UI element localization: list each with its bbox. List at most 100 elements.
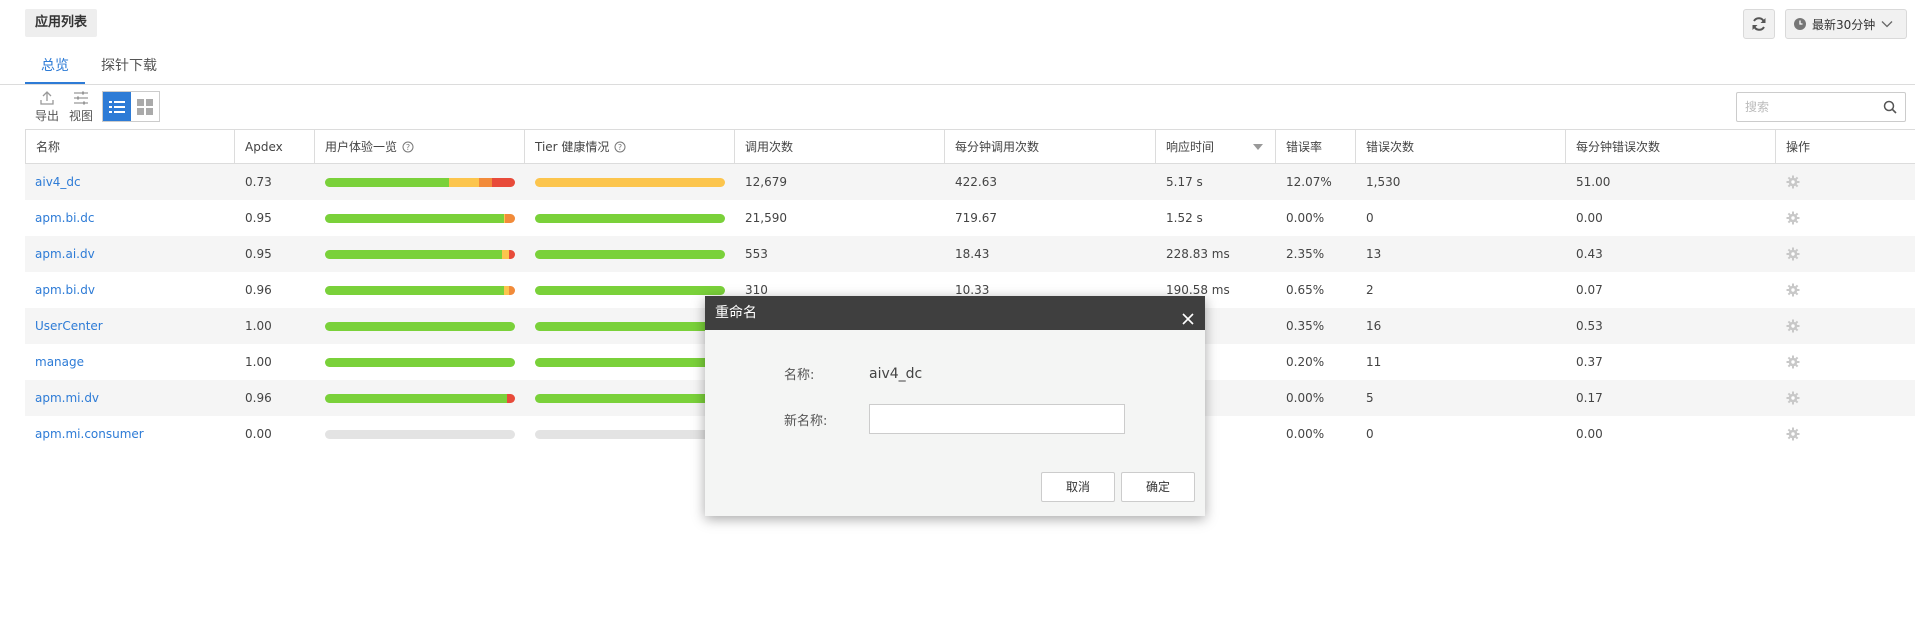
- gear-icon[interactable]: [1786, 355, 1800, 369]
- col-error-count[interactable]: 错误次数: [1356, 130, 1566, 164]
- ux-bar[interactable]: [325, 429, 515, 439]
- ux-segment: [505, 213, 515, 223]
- app-name-link[interactable]: apm.ai.dv: [25, 236, 235, 272]
- tier-health-bar[interactable]: [535, 285, 725, 295]
- col-name[interactable]: 名称: [25, 130, 235, 164]
- ux-bar[interactable]: [325, 213, 515, 223]
- app-name-link[interactable]: apm.bi.dc: [25, 200, 235, 236]
- errors-per-min-value: 0.00: [1576, 211, 1603, 225]
- tier-health-bar[interactable]: [535, 321, 725, 331]
- gear-icon[interactable]: [1786, 211, 1800, 225]
- new-name-input[interactable]: [870, 405, 1124, 433]
- error-count-value: 16: [1366, 319, 1382, 333]
- time-range-dropdown[interactable]: 最新30分钟: [1785, 9, 1907, 39]
- ux-bar[interactable]: [325, 321, 515, 331]
- view-button[interactable]: 视图: [66, 88, 96, 124]
- table-row: aiv4_dc 0.73 12,679 422.63 5.17 s 12.07% 1,530…: [25, 164, 1915, 200]
- calls-per-min-value: 422.63: [955, 175, 997, 189]
- ux-bar[interactable]: [325, 249, 515, 259]
- dialog-header: 重命名: [705, 296, 1205, 330]
- gear-icon[interactable]: [1786, 391, 1800, 405]
- search-icon[interactable]: [1883, 100, 1897, 117]
- col-calls-per-min[interactable]: 每分钟调用次数: [945, 130, 1156, 164]
- tier-health-bar[interactable]: [535, 429, 725, 439]
- tier-cell: [525, 236, 735, 272]
- errors-per-min-value: 0.37: [1576, 355, 1603, 369]
- response-time-value: 1.52 s: [1166, 211, 1203, 225]
- time-range-label: 最新30分钟: [1812, 17, 1876, 32]
- app-name-link[interactable]: aiv4_dc: [25, 164, 235, 200]
- col-tier-label: Tier 健康情况: [535, 140, 610, 154]
- col-calls[interactable]: 调用次数: [735, 130, 945, 164]
- col-errors-per-min[interactable]: 每分钟错误次数: [1566, 130, 1776, 164]
- app-list-page: 应用列表 最新30分钟 总览 探针下载 导出 视图 搜索 名称 Apdex 用户…: [0, 0, 1915, 627]
- col-calls-label: 调用次数: [745, 140, 794, 154]
- ux-cell: [315, 236, 525, 272]
- ux-cell: [315, 164, 525, 200]
- sort-down-icon[interactable]: [1253, 144, 1263, 150]
- response-time-value: 5.17 s: [1166, 175, 1203, 189]
- chevron-down-icon: [1881, 21, 1893, 28]
- tier-segment: [535, 393, 725, 403]
- tier-health-bar[interactable]: [535, 393, 725, 403]
- ux-bar[interactable]: [325, 285, 515, 295]
- col-err-label: 错误率: [1286, 140, 1323, 154]
- refresh-button[interactable]: [1743, 9, 1775, 39]
- confirm-button[interactable]: 确定: [1121, 472, 1195, 502]
- help-icon[interactable]: ?: [614, 141, 626, 153]
- apdex-value: 0.95: [245, 247, 272, 261]
- tier-health-bar[interactable]: [535, 177, 725, 187]
- col-error-rate[interactable]: 错误率: [1276, 130, 1356, 164]
- ux-segment: [325, 213, 504, 223]
- gear-icon[interactable]: [1786, 247, 1800, 261]
- col-apdex[interactable]: Apdex: [235, 130, 315, 164]
- tier-health-bar[interactable]: [535, 249, 725, 259]
- tabs-divider: [0, 84, 1915, 85]
- error-count-value: 0: [1366, 211, 1374, 225]
- app-name-link[interactable]: apm.mi.dv: [25, 380, 235, 416]
- tier-health-bar[interactable]: [535, 357, 725, 367]
- col-user-experience[interactable]: 用户体验一览 ?: [315, 130, 525, 164]
- tier-cell: [525, 308, 735, 344]
- ux-segment: [509, 249, 515, 259]
- gear-icon[interactable]: [1786, 175, 1800, 189]
- grid-view-button[interactable]: [131, 92, 159, 121]
- app-name-link[interactable]: apm.mi.consumer: [25, 416, 235, 452]
- apdex-value: 0.00: [245, 427, 272, 441]
- ux-bar[interactable]: [325, 177, 515, 187]
- app-name-link[interactable]: apm.bi.dv: [25, 272, 235, 308]
- calls-per-min-value: 18.43: [955, 247, 990, 261]
- help-icon[interactable]: ?: [402, 141, 414, 153]
- col-actions: 操作: [1776, 130, 1905, 164]
- tab-overview[interactable]: 总览: [25, 52, 85, 84]
- ux-segment: [478, 177, 493, 187]
- app-name-link[interactable]: manage: [25, 344, 235, 380]
- gear-icon[interactable]: [1786, 283, 1800, 297]
- col-apdex-label: Apdex: [245, 140, 283, 154]
- export-button[interactable]: 导出: [32, 88, 62, 124]
- col-tier-health[interactable]: Tier 健康情况 ?: [525, 130, 735, 164]
- errors-per-min-value: 0.43: [1576, 247, 1603, 261]
- ux-bar[interactable]: [325, 357, 515, 367]
- cancel-button[interactable]: 取消: [1041, 472, 1115, 502]
- calls-value: 553: [745, 247, 768, 261]
- gear-icon[interactable]: [1786, 319, 1800, 333]
- errors-per-min-value: 0.17: [1576, 391, 1603, 405]
- tab-probe-download[interactable]: 探针下载: [85, 52, 173, 84]
- calls-per-min-value: 719.67: [955, 211, 997, 225]
- close-icon[interactable]: [1181, 305, 1195, 339]
- tier-segment: [535, 177, 725, 187]
- col-errc-label: 错误次数: [1366, 140, 1415, 154]
- app-name-link[interactable]: UserCenter: [25, 308, 235, 344]
- ux-segment: [325, 177, 449, 187]
- gear-icon[interactable]: [1786, 427, 1800, 441]
- search-input[interactable]: [1737, 93, 1867, 121]
- list-view-button[interactable]: [103, 92, 131, 121]
- col-response-time[interactable]: 响应时间: [1156, 130, 1276, 164]
- tier-health-bar[interactable]: [535, 213, 725, 223]
- ux-bar[interactable]: [325, 393, 515, 403]
- col-ops-label: 操作: [1786, 140, 1811, 154]
- calls-value: 12,679: [745, 175, 787, 189]
- col-errpm-label: 每分钟错误次数: [1576, 140, 1661, 154]
- name-label: 名称:: [784, 368, 815, 383]
